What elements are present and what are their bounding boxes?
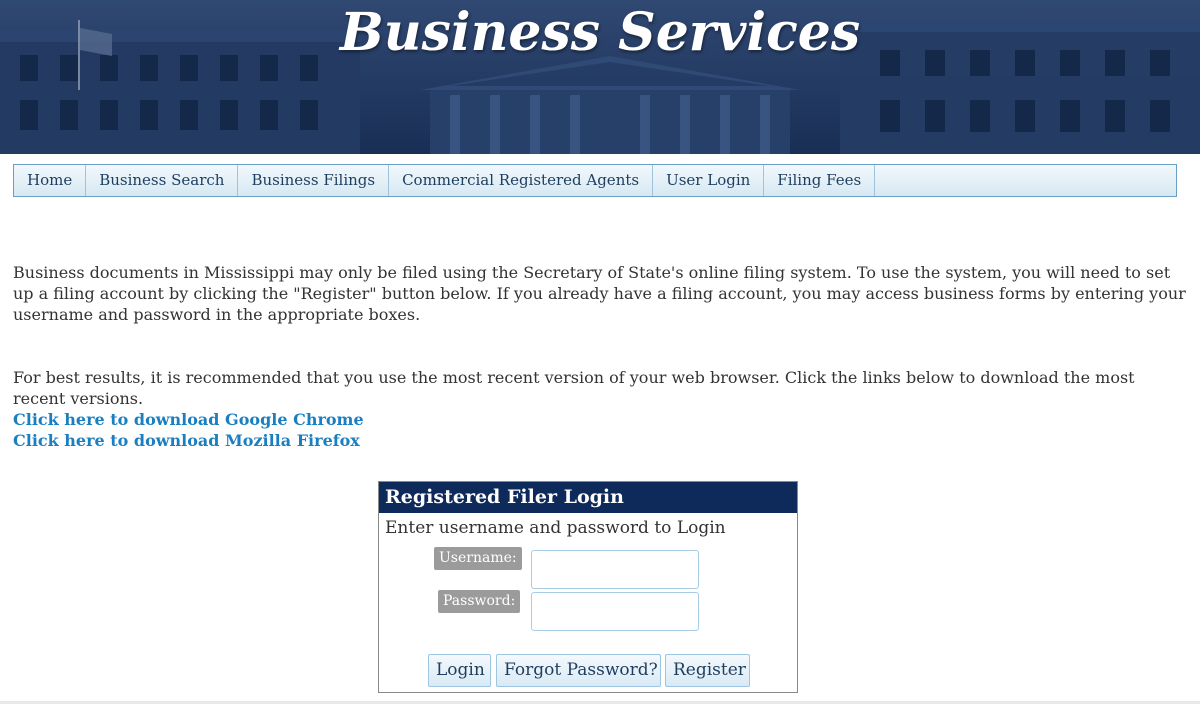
main-navigation: Home Business Search Business Filings Co… [13,164,1177,197]
download-firefox-link[interactable]: Click here to download Mozilla Firefox [13,430,1188,451]
intro-paragraph: Business documents in Mississippi may on… [13,263,1186,324]
nav-item-filing-fees[interactable]: Filing Fees [764,165,876,196]
nav-item-business-filings[interactable]: Business Filings [238,165,390,196]
nav-item-business-search[interactable]: Business Search [86,165,239,196]
download-chrome-link[interactable]: Click here to download Google Chrome [13,409,1188,430]
login-panel: Registered Filer Login Enter username an… [378,481,798,693]
password-label: Password: [438,590,521,613]
password-input[interactable] [531,592,699,631]
login-button[interactable]: Login [428,654,491,687]
username-label: Username: [434,547,522,570]
username-input[interactable] [531,550,699,589]
login-instructions: Enter username and password to Login [385,518,726,538]
browser-note-text: For best results, it is recommended that… [13,368,1135,408]
browser-note-section: For best results, it is recommended that… [13,367,1188,451]
nav-item-commercial-registered-agents[interactable]: Commercial Registered Agents [389,165,654,196]
forgot-password-button[interactable]: Forgot Password? [496,654,661,687]
header-banner: Business Services [0,0,1200,154]
page-title: Business Services [339,2,861,63]
login-panel-title: Registered Filer Login [379,482,797,513]
nav-item-user-login[interactable]: User Login [653,165,765,196]
nav-item-home[interactable]: Home [14,165,87,196]
register-button[interactable]: Register [665,654,750,687]
